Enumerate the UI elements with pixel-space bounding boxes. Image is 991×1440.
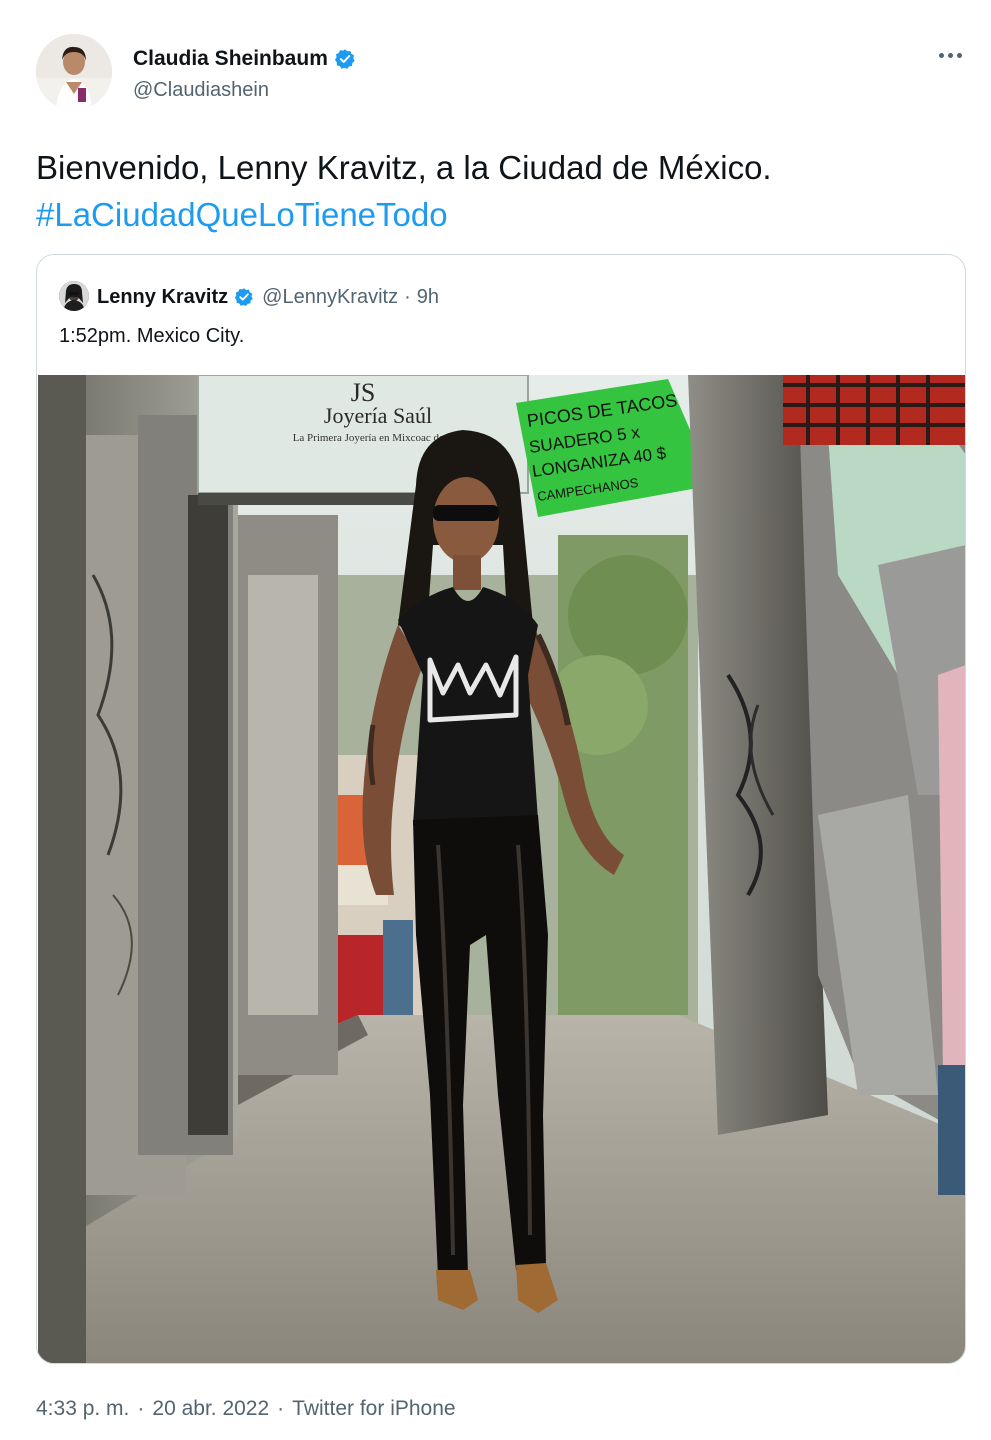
quoted-header: Lenny Kravitz @LennyKravitz · 9h (97, 281, 439, 313)
hashtag-link[interactable]: #LaCiudadQueLoTieneTodo (36, 192, 448, 238)
separator-dot: · (404, 285, 411, 308)
quoted-tweet[interactable]: Lenny Kravitz @LennyKravitz · 9h 1:52pm.… (36, 254, 966, 1364)
tweet-time[interactable]: 4:33 p. m. (36, 1397, 129, 1421)
verified-badge-icon (234, 288, 253, 306)
separator-dot: · (137, 1397, 145, 1420)
author-handle[interactable]: @Claudiashein (133, 79, 269, 102)
tweet-meta: 4:33 p. m. · 20 abr. 2022 · Twitter for … (36, 1397, 456, 1421)
ellipsis-dot (956, 52, 962, 58)
sign-shop-name: Joyería Saúl (324, 403, 432, 428)
verified-badge-icon (334, 49, 355, 69)
author-name[interactable]: Claudia Sheinbaum (133, 47, 328, 71)
separator-dot: · (277, 1397, 285, 1420)
ellipsis-dot (938, 52, 944, 58)
quoted-author-name[interactable]: Lenny Kravitz (97, 286, 228, 309)
quoted-text: 1:52pm. Mexico City. (59, 325, 245, 347)
tweet-source[interactable]: Twitter for iPhone (292, 1397, 455, 1421)
ellipsis-dot (947, 52, 953, 58)
tweet-text: Bienvenido, Lenny Kravitz, a la Ciudad d… (36, 149, 772, 186)
ellipsis-icon[interactable] (930, 40, 970, 70)
quoted-author-handle[interactable]: @LennyKravitz (262, 286, 398, 309)
author-avatar[interactable] (36, 34, 112, 110)
quoted-photo[interactable]: JS Joyería Saúl La Primera Joyería en Mi… (38, 375, 965, 1363)
quoted-author-avatar[interactable] (59, 281, 89, 311)
tweet-card: Claudia Sheinbaum @Claudiashein Bienveni… (0, 0, 991, 1440)
author-name-row: Claudia Sheinbaum (133, 44, 356, 74)
tweet-date[interactable]: 20 abr. 2022 (152, 1397, 269, 1421)
quoted-timestamp[interactable]: 9h (417, 286, 439, 309)
